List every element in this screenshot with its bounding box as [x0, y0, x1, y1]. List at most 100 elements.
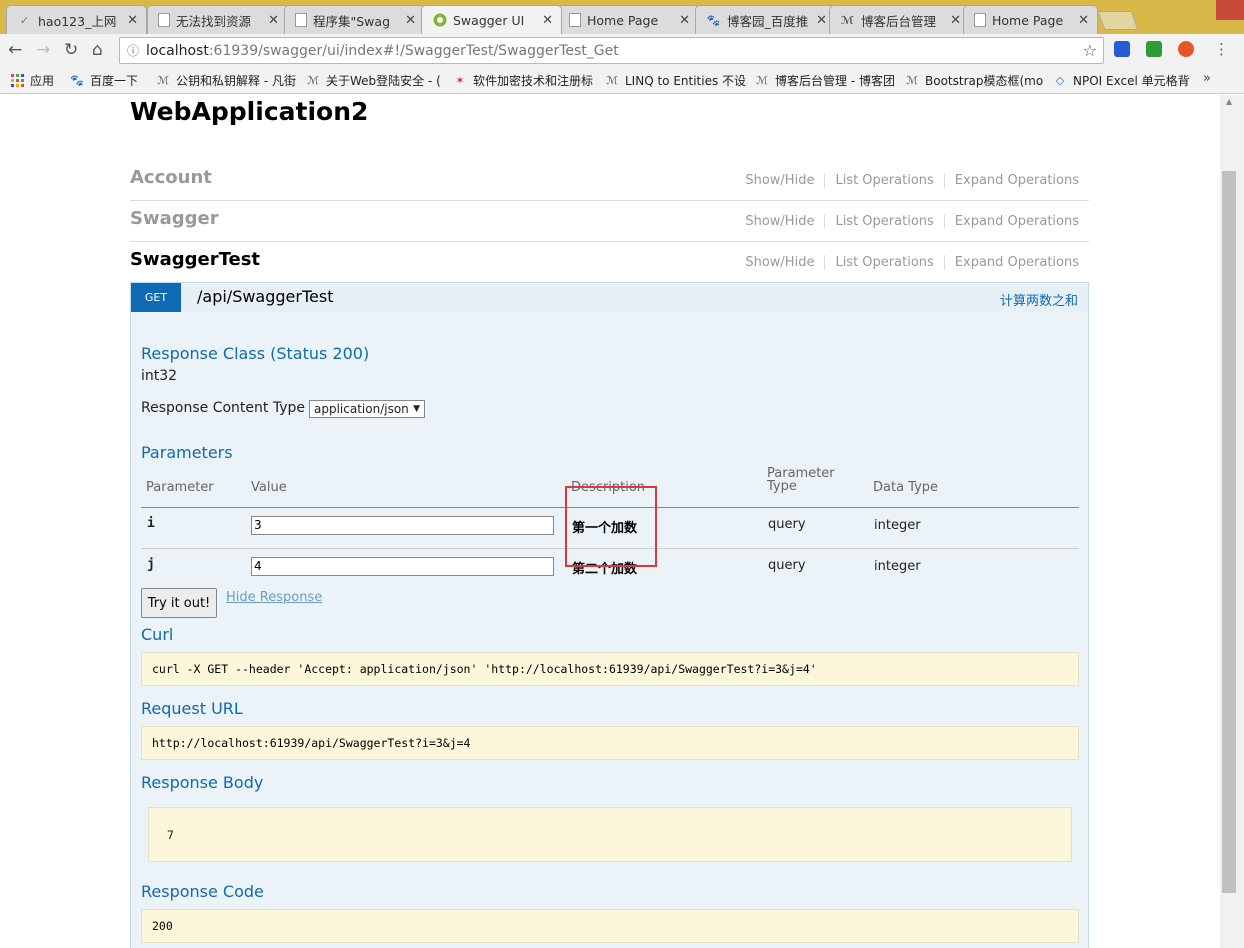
tab-title: Home Page [992, 12, 1064, 28]
bookmark-apps[interactable]: 应用 [10, 72, 54, 89]
list-operations-link[interactable]: List Operations [825, 255, 945, 270]
browser-tab[interactable]: ✓ hao123_上网 ✕ [6, 5, 147, 34]
tab-title: 无法找到资源 [176, 13, 252, 29]
share-extension-icon[interactable] [1146, 41, 1162, 57]
response-content-type-label: Response Content Type [141, 400, 305, 416]
infinity-extension-icon[interactable] [1178, 41, 1194, 57]
new-tab-button[interactable] [1097, 11, 1139, 30]
bookmark-label: 应用 [30, 74, 55, 88]
baidu-extension-icon[interactable] [1114, 41, 1130, 57]
bookmark-label: 公钥和私钥解释 - 凡街 [176, 74, 296, 88]
response-class-type: int32 [141, 368, 178, 384]
select-value: application/json [314, 402, 409, 416]
operation-content: Response Class (Status 200) int32 Respon… [130, 312, 1089, 948]
page-favicon-icon [569, 13, 581, 27]
param-j-input[interactable]: 4 [251, 557, 554, 576]
col-header-data-type: Data Type [873, 480, 939, 495]
highlight-annotation-box [565, 486, 657, 567]
star-icon[interactable]: ☆ [1083, 41, 1097, 60]
scrollbar-thumb[interactable] [1222, 171, 1236, 893]
show-hide-link[interactable]: Show/Hide [735, 214, 826, 229]
request-url-heading: Request URL [141, 699, 243, 718]
request-url-block: http://localhost:61939/api/SwaggerTest?i… [141, 726, 1079, 760]
close-tab-icon[interactable]: ✕ [950, 13, 961, 28]
col-header-parameter-type: Parameter Type [767, 467, 835, 493]
close-tab-icon[interactable]: ✕ [268, 13, 279, 28]
url-path: :61939/swagger/ui/index#!/SwaggerTest/Sw… [208, 42, 619, 59]
browser-toolbar: ← → ↻ ⌂ ⓘ localhost:61939/swagger/ui/ind… [0, 34, 1244, 66]
resource-swagger: Swagger Show/Hide List Operations Expand… [130, 201, 1089, 242]
browser-tab[interactable]: 🐾 博客园_百度推 ✕ [695, 5, 836, 34]
browser-tab[interactable]: ℳ 博客后台管理 ✕ [829, 5, 970, 34]
response-code-heading: Response Code [141, 882, 264, 901]
back-icon[interactable]: ← [8, 40, 22, 60]
param-data-type: integer [874, 559, 921, 574]
page-favicon-icon [974, 13, 986, 27]
browser-tab[interactable]: Home Page ✕ [963, 5, 1098, 34]
browser-tab[interactable]: Home Page ✕ [558, 5, 699, 34]
bookmarks-overflow-button[interactable]: » [1203, 71, 1211, 86]
close-tab-icon[interactable]: ✕ [816, 13, 827, 28]
home-icon[interactable]: ⌂ [92, 40, 103, 60]
list-operations-link[interactable]: List Operations [825, 173, 945, 188]
scroll-up-icon[interactable]: ▲ [1226, 97, 1232, 106]
operation-summary[interactable]: 计算两数之和 [1000, 290, 1078, 309]
close-tab-icon[interactable]: ✕ [1078, 13, 1089, 28]
cnblogs-favicon-icon: ℳ [606, 74, 618, 87]
response-content-type-select[interactable]: application/json ▼ [309, 400, 425, 418]
hide-response-link[interactable]: Hide Response [226, 590, 322, 605]
cnblogs-favicon-icon: ℳ [157, 74, 169, 87]
param-type: query [768, 558, 806, 573]
dropdown-arrow-icon: ▼ [413, 404, 420, 414]
browser-tab[interactable]: 程序集"Swag ✕ [284, 5, 425, 34]
cnblogs-favicon-icon: ℳ [756, 74, 768, 87]
forward-icon[interactable]: → [36, 40, 50, 60]
code-favicon-icon: ◇ [1055, 74, 1065, 87]
vertical-scrollbar[interactable]: ▲ [1220, 95, 1244, 948]
resource-swaggertest: SwaggerTest Show/Hide List Operations Ex… [130, 242, 1089, 283]
resource-name[interactable]: Account [130, 167, 212, 188]
bookmark-item[interactable]: ℳ 关于Web登陆安全 - ( [306, 72, 441, 89]
bookmark-item[interactable]: ℳ LINQ to Entities 不设 [605, 72, 746, 89]
bookmark-item[interactable]: ✶ 软件加密技术和注册标 [453, 72, 593, 89]
page-title: WebApplication2 [130, 97, 369, 126]
resource-name[interactable]: Swagger [130, 208, 219, 229]
browser-tab[interactable]: 无法找到资源 ✕ [147, 5, 288, 34]
bookmark-item[interactable]: ℳ Bootstrap模态框(mo [905, 72, 1043, 89]
bookmark-item[interactable]: ◇ NPOI Excel 单元格背 [1053, 72, 1190, 89]
tab-title: 博客后台管理 [861, 13, 937, 29]
reload-icon[interactable]: ↻ [64, 40, 78, 60]
parameters-heading: Parameters [141, 443, 233, 462]
browser-tab-active[interactable]: Swagger UI ✕ [421, 5, 562, 34]
page-viewport: WebApplication2 Account Show/Hide List O… [0, 95, 1220, 948]
try-it-out-button[interactable]: Try it out! [141, 588, 217, 618]
info-icon[interactable]: ⓘ [120, 42, 146, 59]
close-tab-icon[interactable]: ✕ [405, 13, 416, 28]
list-operations-link[interactable]: List Operations [825, 214, 945, 229]
show-hide-link[interactable]: Show/Hide [735, 255, 826, 270]
operation-header[interactable]: GET /api/SwaggerTest 计算两数之和 [130, 282, 1089, 312]
expand-operations-link[interactable]: Expand Operations [945, 214, 1079, 229]
bookmark-item[interactable]: ℳ 公钥和私钥解释 - 凡街 [156, 72, 296, 89]
expand-operations-link[interactable]: Expand Operations [945, 255, 1079, 270]
param-i-input[interactable]: 3 [251, 516, 554, 535]
expand-operations-link[interactable]: Expand Operations [945, 173, 1079, 188]
kebab-menu-icon[interactable]: ⋮ [1214, 40, 1229, 58]
cnblogs-favicon-icon: ℳ [307, 74, 319, 87]
show-hide-link[interactable]: Show/Hide [735, 173, 826, 188]
bookmarks-bar: 应用 🐾 百度一下 ℳ 公钥和私钥解释 - 凡街 ℳ 关于Web登陆安全 - (… [0, 66, 1244, 94]
param-data-type: integer [874, 518, 921, 533]
bookmark-item[interactable]: ℳ 博客后台管理 - 博客团 [755, 72, 895, 89]
close-tab-icon[interactable]: ✕ [127, 13, 138, 28]
tab-strip: ✓ hao123_上网 ✕ 无法找到资源 ✕ 程序集"Swag ✕ Swagge… [0, 0, 1244, 34]
page-favicon-icon [295, 13, 307, 27]
response-class-heading: Response Class (Status 200) [141, 344, 370, 363]
resource-name[interactable]: SwaggerTest [130, 249, 260, 270]
tab-title: 博客园_百度推 [727, 13, 809, 29]
close-tab-icon[interactable]: ✕ [542, 13, 553, 28]
tab-title: 程序集"Swag [313, 13, 391, 29]
close-tab-icon[interactable]: ✕ [679, 13, 690, 28]
bookmark-item[interactable]: 🐾 百度一下 [70, 72, 138, 89]
window-close-button[interactable] [1216, 0, 1244, 20]
address-bar[interactable]: ⓘ localhost:61939/swagger/ui/index#!/Swa… [119, 37, 1104, 64]
